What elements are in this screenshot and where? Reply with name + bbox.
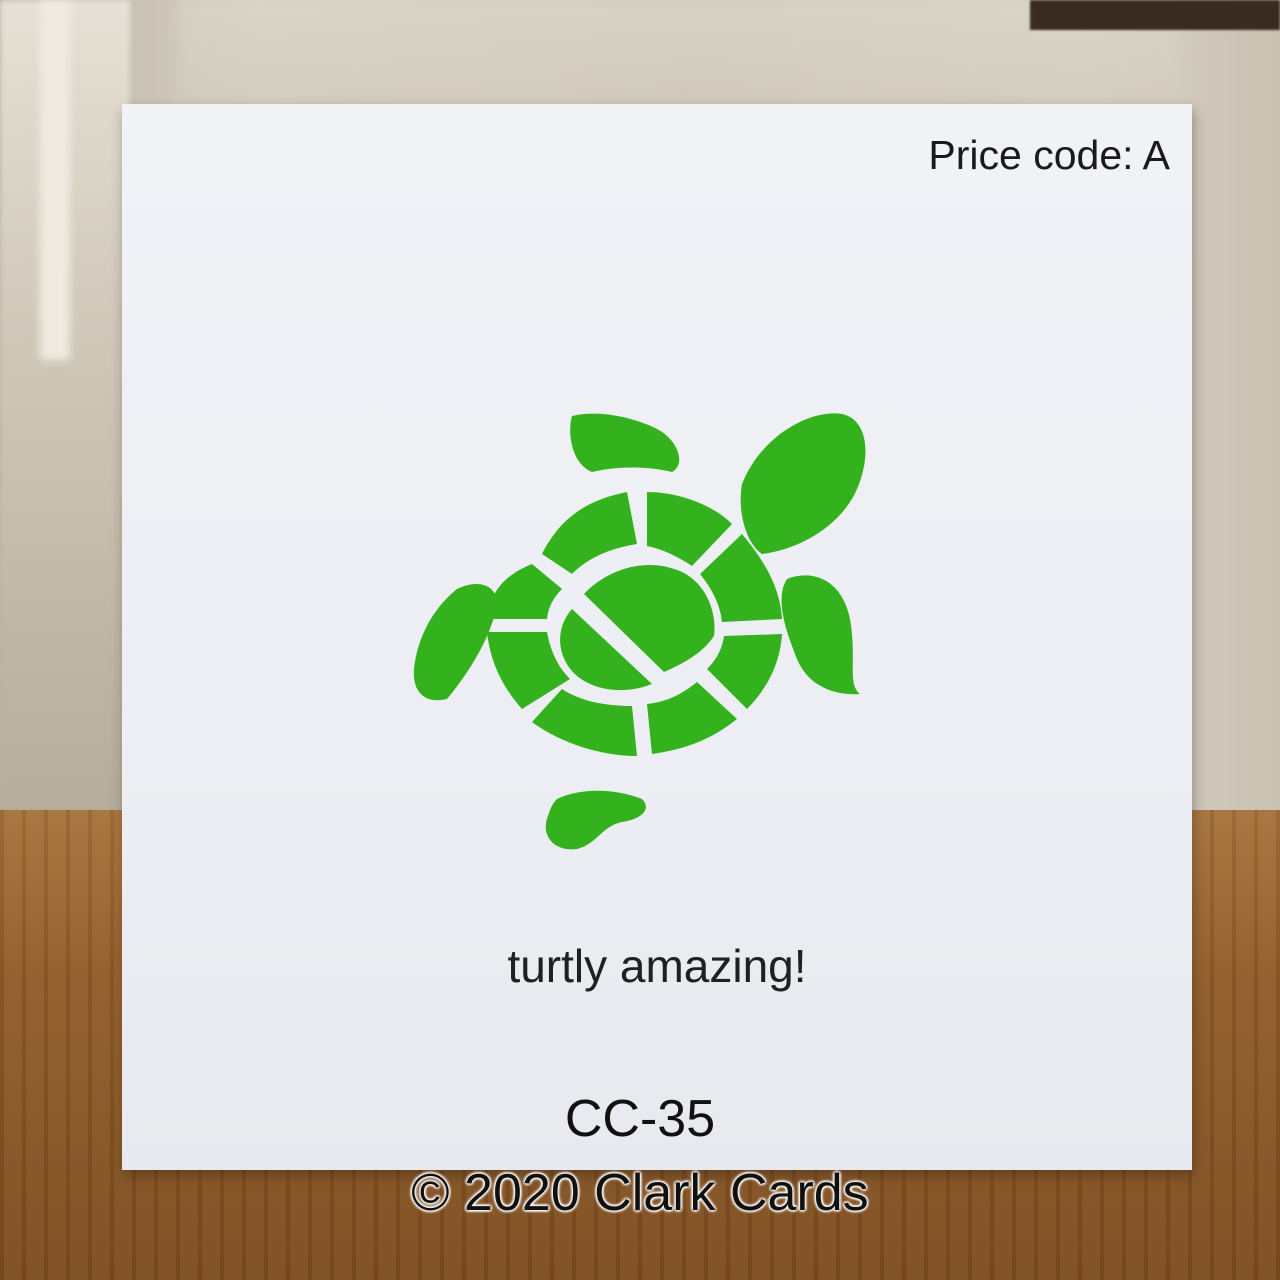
copyright-watermark: © 2020 Clark Cards — [411, 1164, 869, 1222]
product-code: CC-35 — [564, 1090, 716, 1148]
photo-scene: Price code: A turtly amazing! CC-35 © 20… — [0, 0, 1280, 1280]
greeting-card: Price code: A turtly amazing! CC-35 — [122, 104, 1192, 1170]
sea-turtle-icon — [413, 413, 866, 850]
background-post — [40, 0, 70, 360]
background-picture-frame — [1030, 0, 1280, 30]
card-message: turtly amazing! — [507, 940, 807, 992]
price-code-label: Price code: A — [928, 132, 1170, 178]
